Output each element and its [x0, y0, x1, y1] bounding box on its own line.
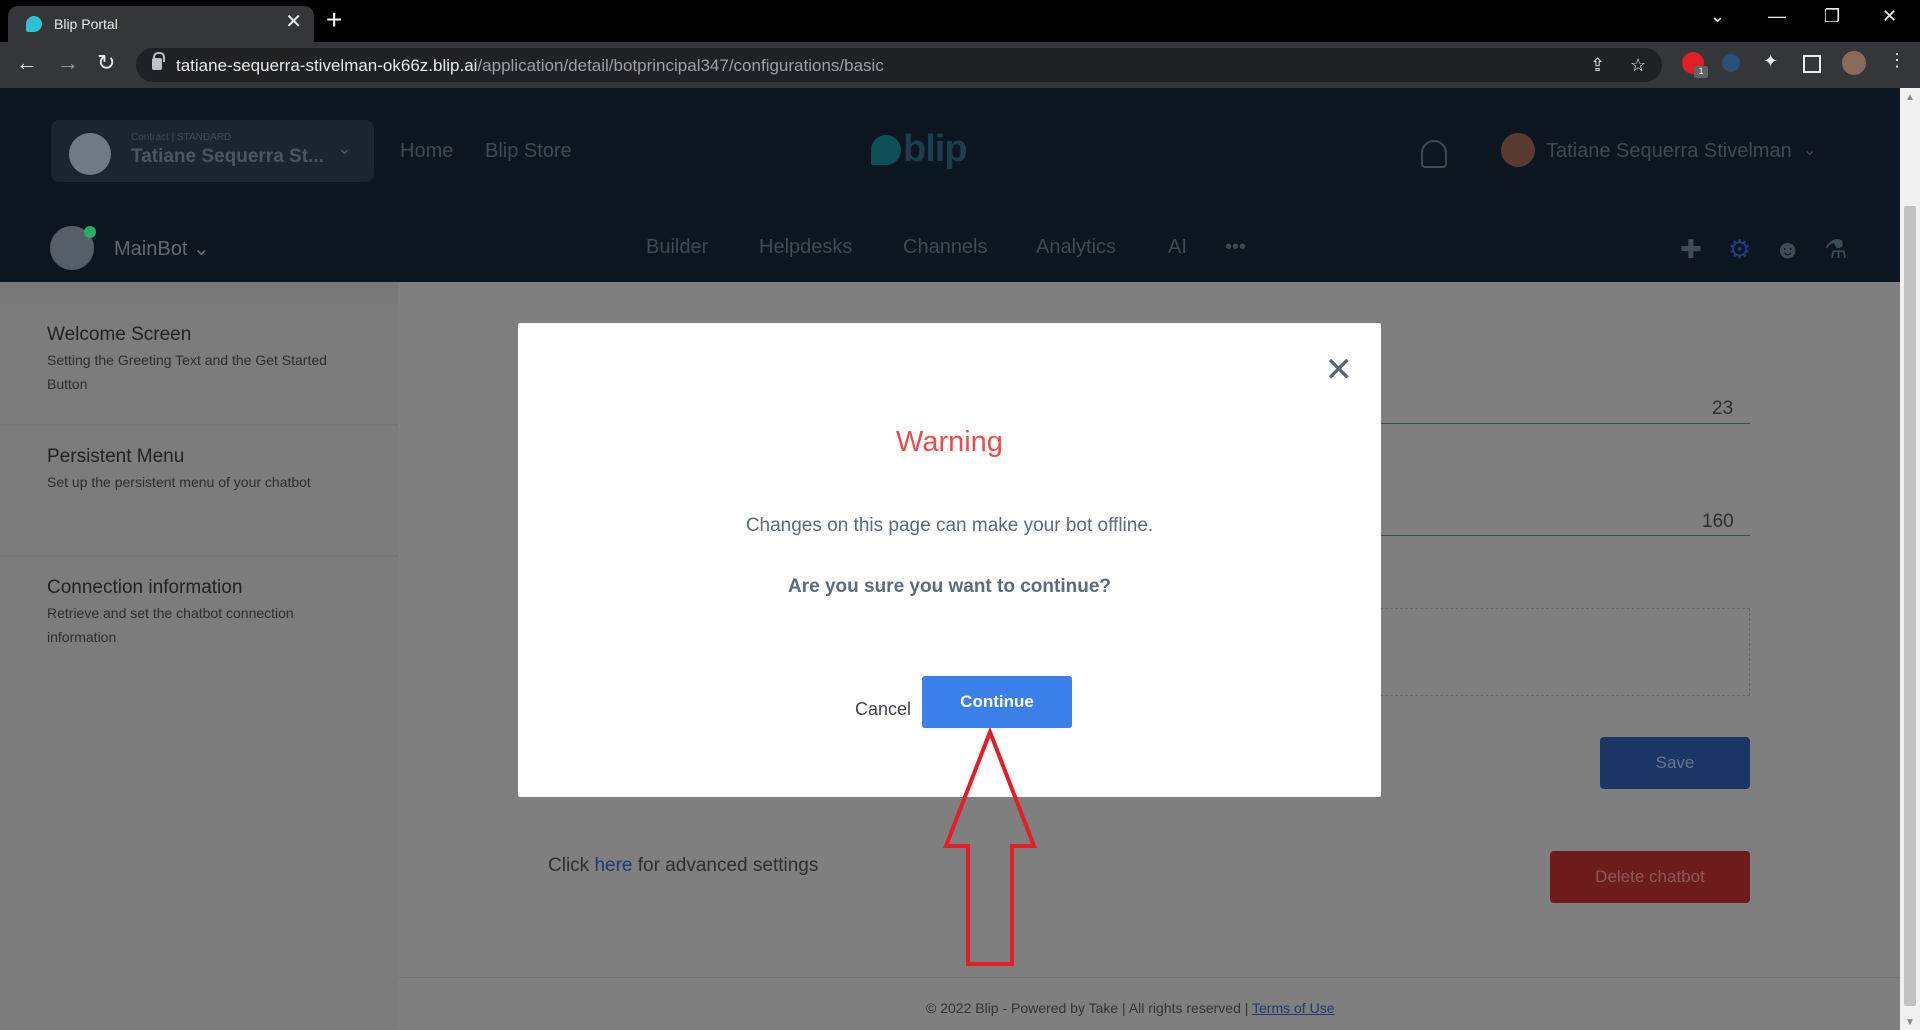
tab-analytics[interactable]: Analytics	[1036, 236, 1116, 259]
sidebar-item-connection-information[interactable]: Connection information Retrieve and set …	[0, 557, 398, 687]
warning-dialog: ✕ Warning Changes on this page can make …	[518, 323, 1381, 797]
extensions-icon[interactable]: ✚	[1680, 234, 1702, 265]
tab-close-icon[interactable]: ✕	[285, 12, 302, 32]
tab-channels[interactable]: Channels	[903, 236, 988, 259]
sidebar-item-welcome-screen[interactable]: Welcome Screen Setting the Greeting Text…	[0, 304, 398, 426]
terms-of-use-link[interactable]: Terms of Use	[1252, 1000, 1334, 1016]
new-tab-button[interactable]: +	[326, 6, 342, 34]
browser-tab[interactable]: Blip Portal ✕	[8, 6, 314, 42]
scrollbar-thumb[interactable]	[1904, 206, 1916, 1006]
field-underline	[1380, 423, 1750, 424]
bot-online-indicator	[84, 226, 96, 238]
contract-label: Contract | STANDARD	[131, 132, 232, 143]
sidebar-item-desc: Set up the persistent menu of your chatb…	[47, 474, 311, 490]
user-name[interactable]: Tatiane Sequerra Stivelman	[1546, 140, 1792, 163]
footer-divider	[398, 977, 1900, 978]
scroll-up-icon[interactable]: ▲	[1905, 92, 1915, 103]
browser-toolbar: ← → ↻ tatiane-sequerra-stivelman-ok66z.b…	[0, 42, 1920, 88]
browser-tab-bar: Blip Portal ✕ + ⌄ — ❐ ✕	[0, 0, 1920, 42]
bot-selector[interactable]: MainBot ⌄	[114, 236, 210, 261]
contract-icon	[69, 133, 111, 175]
user-avatar[interactable]	[1501, 133, 1535, 167]
extension-blue-icon[interactable]	[1722, 54, 1740, 72]
footer: © 2022 Blip - Powered by Take | All righ…	[926, 1000, 1335, 1016]
blip-logo-icon	[871, 135, 901, 165]
contract-selector[interactable]: Contract | STANDARD Tatiane Sequerra St.…	[51, 120, 374, 182]
sidebar-item-title: Welcome Screen	[47, 324, 192, 345]
dialog-question: Are you sure you want to continue?	[787, 576, 1112, 597]
bookmark-star-icon[interactable]: ☆	[1630, 55, 1646, 76]
contract-name: Tatiane Sequerra St...	[131, 146, 324, 167]
field-underline	[1380, 535, 1750, 536]
lock-icon	[152, 52, 165, 70]
back-icon[interactable]: ←	[16, 50, 38, 76]
extensions-puzzle-icon[interactable]: ✦	[1763, 51, 1778, 72]
save-button[interactable]: Save	[1600, 737, 1750, 789]
field-value-1[interactable]: 23	[1712, 398, 1733, 420]
settings-sidebar: Welcome Screen Setting the Greeting Text…	[0, 282, 398, 1030]
close-icon[interactable]: ✕	[1325, 353, 1354, 387]
team-icon[interactable]: ☻	[1774, 234, 1801, 265]
dialog-message: Changes on this page can make your bot o…	[745, 515, 1154, 536]
nav-home[interactable]: Home	[400, 140, 453, 163]
advanced-settings-link[interactable]: here	[594, 855, 632, 876]
annotation-arrow-icon	[943, 728, 1037, 966]
forward-icon[interactable]: →	[57, 50, 79, 76]
advanced-settings-text: Click here for advanced settings	[548, 855, 819, 876]
blip-favicon-icon	[26, 16, 42, 32]
sidebar-item-desc: Setting the Greeting Text and the Get St…	[47, 352, 327, 392]
continue-button[interactable]: Continue	[922, 676, 1072, 728]
chevron-down-icon[interactable]: ⌄	[1803, 140, 1816, 160]
extension-badge: 1	[1694, 66, 1708, 78]
sidebar-top-strip	[0, 282, 398, 304]
sidebar-item-desc: Retrieve and set the chatbot connection …	[47, 605, 294, 645]
restore-icon[interactable]: ❐	[1824, 6, 1840, 27]
sidebar-item-title: Connection information	[47, 577, 243, 598]
address-bar[interactable]: tatiane-sequerra-stivelman-ok66z.blip.ai…	[136, 48, 1662, 82]
app-header: Contract | STANDARD Tatiane Sequerra St.…	[0, 88, 1900, 282]
nav-blip-store[interactable]: Blip Store	[485, 140, 572, 163]
browser-menu-icon[interactable]: ⋮	[1888, 50, 1906, 71]
profile-avatar-icon[interactable]	[1842, 51, 1866, 75]
flask-icon[interactable]: ⚗	[1824, 234, 1847, 265]
sidebar-item-persistent-menu[interactable]: Persistent Menu Set up the persistent me…	[0, 426, 398, 557]
settings-gear-icon[interactable]: ⚙	[1728, 234, 1751, 265]
tab-helpdesks[interactable]: Helpdesks	[759, 236, 852, 259]
page-scrollbar[interactable]: ▲ ▼	[1900, 88, 1920, 1030]
delete-chatbot-button[interactable]: Delete chatbot	[1550, 851, 1750, 903]
sidebar-item-title: Persistent Menu	[47, 446, 185, 467]
upload-dropzone[interactable]	[1380, 608, 1750, 696]
side-panel-icon[interactable]	[1803, 55, 1821, 73]
tab-search-icon[interactable]: ⌄	[1710, 6, 1725, 27]
share-icon[interactable]: ⇪	[1590, 55, 1605, 76]
url-text: tatiane-sequerra-stivelman-ok66z.blip.ai…	[176, 56, 884, 75]
window-close-icon[interactable]: ✕	[1882, 6, 1897, 27]
chevron-down-icon: ⌄	[336, 138, 352, 158]
reload-icon[interactable]: ↻	[97, 50, 115, 76]
bell-icon[interactable]	[1421, 140, 1447, 168]
dialog-title: Warning	[896, 426, 1003, 458]
tab-builder[interactable]: Builder	[646, 236, 708, 259]
tab-title: Blip Portal	[54, 16, 118, 32]
minimize-icon[interactable]: —	[1768, 6, 1786, 27]
field-value-2[interactable]: 160	[1702, 511, 1734, 533]
scroll-down-icon[interactable]: ▼	[1905, 1017, 1915, 1028]
more-icon[interactable]: •••	[1225, 236, 1246, 259]
tab-ai[interactable]: AI	[1168, 236, 1187, 259]
